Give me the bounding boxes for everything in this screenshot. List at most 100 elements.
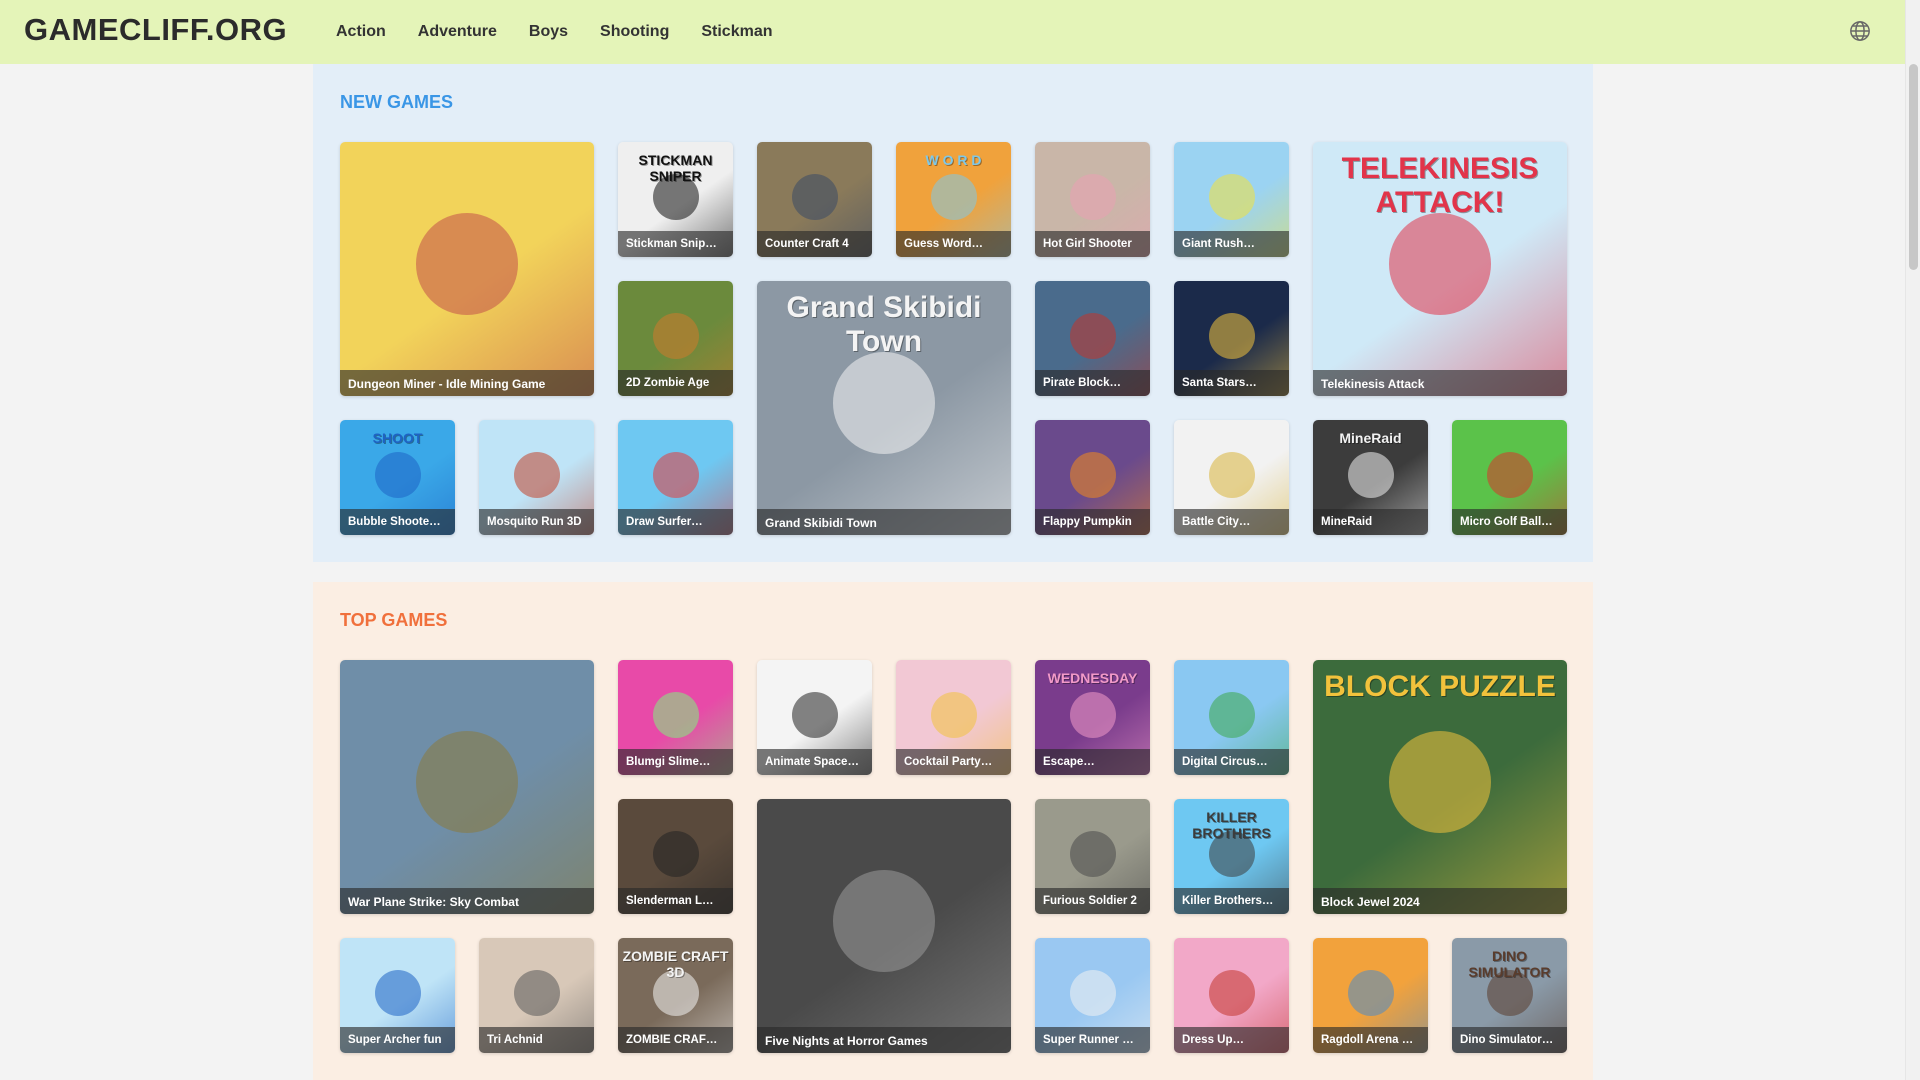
game-tile[interactable]: Santa Stars…	[1174, 281, 1289, 396]
game-tile[interactable]: Super Archer fun	[340, 938, 455, 1053]
game-tile[interactable]: Blumgi Slime…	[618, 660, 733, 775]
thumbnail-figure	[416, 213, 518, 315]
game-title: Escape…	[1035, 749, 1150, 775]
thumbnail-figure	[652, 313, 699, 360]
game-title: Draw Surfer…	[618, 509, 733, 535]
game-tile[interactable]: Counter Craft 4	[757, 142, 872, 257]
top-games-section: TOP GAMES War Plane Strike: Sky Combat Bl…	[313, 582, 1593, 1080]
game-title: Battle City…	[1174, 509, 1289, 535]
game-title: Micro Golf Ball…	[1452, 509, 1567, 535]
game-thumbnail: BLOCK PUZZLE	[1313, 660, 1567, 914]
game-title: Furious Soldier 2	[1035, 888, 1150, 914]
thumbnail-title-art: BLOCK PUZZLE	[1324, 670, 1556, 703]
game-tile[interactable]: ZOMBIE CRAFT 3D ZOMBIE CRAF…	[618, 938, 733, 1053]
thumbnail-figure	[1208, 970, 1255, 1017]
thumbnail-figure	[374, 452, 421, 499]
game-title: Cocktail Party…	[896, 749, 1011, 775]
thumbnail-figure	[791, 692, 838, 739]
game-title: Santa Stars…	[1174, 370, 1289, 396]
game-title: MineRaid	[1313, 509, 1428, 535]
game-title: Block Jewel 2024	[1313, 888, 1567, 914]
thumbnail-figure	[1208, 692, 1255, 739]
scrollbar-thumb[interactable]	[1909, 64, 1918, 270]
globe-icon[interactable]	[1849, 20, 1871, 42]
game-tile[interactable]: 2D Zombie Age	[618, 281, 733, 396]
game-tile[interactable]: KILLER BROTHERS Killer Brothers…	[1174, 799, 1289, 914]
game-tile[interactable]: Super Runner …	[1035, 938, 1150, 1053]
game-thumbnail	[757, 799, 1011, 1053]
game-tile[interactable]: Grand Skibidi Town Grand Skibidi Town	[757, 281, 1011, 535]
nav-item-shooting[interactable]: Shooting	[600, 23, 669, 41]
thumbnail-title-art: WEDNESDAY	[1047, 670, 1138, 686]
game-tile[interactable]: Slenderman L…	[618, 799, 733, 914]
game-tile[interactable]: Micro Golf Ball…	[1452, 420, 1567, 535]
thumbnail-figure	[930, 174, 977, 221]
thumbnail-figure	[374, 970, 421, 1017]
game-tile[interactable]: Furious Soldier 2	[1035, 799, 1150, 914]
game-tile[interactable]: Draw Surfer…	[618, 420, 733, 535]
site-logo[interactable]: GAMECLIFF.ORG	[24, 12, 287, 48]
game-tile[interactable]: BLOCK PUZZLE Block Jewel 2024	[1313, 660, 1567, 914]
thumbnail-title-art: DINO SIMULATOR	[1468, 948, 1551, 980]
game-tile[interactable]: STICKMAN SNIPER Stickman Snip…	[618, 142, 733, 257]
thumbnail-figure	[513, 970, 560, 1017]
game-title: Super Runner …	[1035, 1027, 1150, 1053]
thumbnail-figure	[833, 352, 935, 454]
nav-item-stickman[interactable]: Stickman	[701, 23, 772, 41]
thumbnail-figure	[1069, 692, 1116, 739]
section-title: TOP GAMES	[340, 610, 448, 630]
thumbnail-figure	[1069, 452, 1116, 499]
game-tile[interactable]: W O R D Guess Word…	[896, 142, 1011, 257]
game-title: Digital Circus…	[1174, 749, 1289, 775]
game-tile[interactable]: Battle City…	[1174, 420, 1289, 535]
game-tile[interactable]: Hot Girl Shooter	[1035, 142, 1150, 257]
game-tile[interactable]: Dungeon Miner - Idle Mining Game	[340, 142, 594, 396]
game-tile[interactable]: Giant Rush…	[1174, 142, 1289, 257]
nav-item-action[interactable]: Action	[336, 23, 386, 41]
thumbnail-figure	[1486, 452, 1533, 499]
game-thumbnail: Grand Skibidi Town	[757, 281, 1011, 535]
game-title: Hot Girl Shooter	[1035, 231, 1150, 257]
thumbnail-title-art: ZOMBIE CRAFT 3D	[622, 948, 729, 980]
game-tile[interactable]: Five Nights at Horror Games	[757, 799, 1011, 1053]
thumbnail-figure	[1347, 452, 1394, 499]
new-games-section: NEW GAMES Dungeon Miner - Idle Mining Ga…	[313, 64, 1593, 562]
game-title: Mosquito Run 3D	[479, 509, 594, 535]
thumbnail-figure	[416, 731, 518, 833]
game-thumbnail	[340, 660, 594, 914]
game-title: War Plane Strike: Sky Combat	[340, 888, 594, 914]
game-title: Flappy Pumpkin	[1035, 509, 1150, 535]
game-tile[interactable]: TELEKINESIS ATTACK! Telekinesis Attack	[1313, 142, 1567, 396]
game-thumbnail: TELEKINESIS ATTACK!	[1313, 142, 1567, 396]
game-tile[interactable]: Animate Space…	[757, 660, 872, 775]
thumbnail-title-art: MineRaid	[1339, 430, 1402, 446]
thumbnail-figure	[513, 452, 560, 499]
game-tile[interactable]: Ragdoll Arena …	[1313, 938, 1428, 1053]
game-tile[interactable]: Mosquito Run 3D	[479, 420, 594, 535]
game-tile[interactable]: Flappy Pumpkin	[1035, 420, 1150, 535]
nav-item-boys[interactable]: Boys	[529, 23, 568, 41]
nav-item-adventure[interactable]: Adventure	[418, 23, 497, 41]
game-title: Animate Space…	[757, 749, 872, 775]
game-title: Stickman Snip…	[618, 231, 733, 257]
game-tile[interactable]: Tri Achnid	[479, 938, 594, 1053]
game-title: 2D Zombie Age	[618, 370, 733, 396]
game-grid: Dungeon Miner - Idle Mining Game STICKMAN…	[340, 142, 1567, 535]
game-title: Killer Brothers…	[1174, 888, 1289, 914]
game-title: ZOMBIE CRAF…	[618, 1027, 733, 1053]
thumbnail-figure	[652, 692, 699, 739]
game-tile[interactable]: WEDNESDAY Escape…	[1035, 660, 1150, 775]
game-title: Dress Up…	[1174, 1027, 1289, 1053]
page-scrollbar[interactable]	[1905, 0, 1920, 1080]
thumbnail-figure	[1069, 174, 1116, 221]
game-title: Counter Craft 4	[757, 231, 872, 257]
game-title: Blumgi Slime…	[618, 749, 733, 775]
game-tile[interactable]: SHOOT Bubble Shoote…	[340, 420, 455, 535]
game-tile[interactable]: DINO SIMULATOR Dino Simulator…	[1452, 938, 1567, 1053]
game-tile[interactable]: MineRaid MineRaid	[1313, 420, 1428, 535]
game-tile[interactable]: Dress Up…	[1174, 938, 1289, 1053]
game-tile[interactable]: Cocktail Party…	[896, 660, 1011, 775]
game-tile[interactable]: War Plane Strike: Sky Combat	[340, 660, 594, 914]
game-tile[interactable]: Digital Circus…	[1174, 660, 1289, 775]
game-tile[interactable]: Pirate Block…	[1035, 281, 1150, 396]
